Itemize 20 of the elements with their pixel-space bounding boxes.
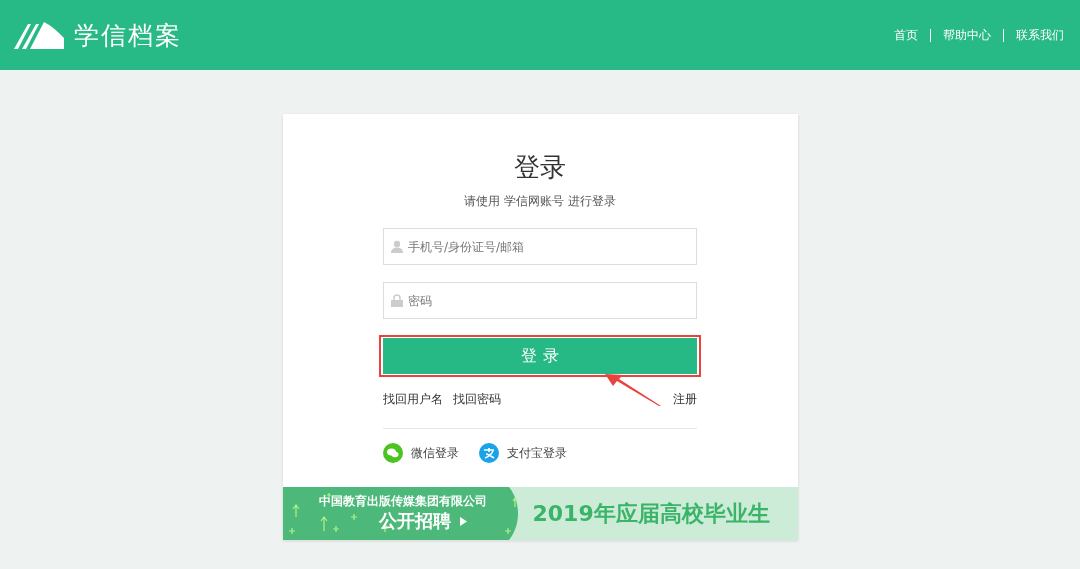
alipay-icon xyxy=(479,443,499,463)
login-title: 登录 xyxy=(514,151,566,184)
wechat-icon xyxy=(383,443,403,463)
social-login-link[interactable]: 支付宝登录 xyxy=(507,444,567,462)
social-login-link[interactable]: 微信登录 xyxy=(411,444,459,462)
recover-link[interactable]: 找回用户名 xyxy=(383,391,443,408)
pointer-arrow xyxy=(605,374,661,406)
lock-icon xyxy=(391,294,403,307)
password-field[interactable]: 密码 xyxy=(383,282,697,319)
login-subtitle: 请使用 学信网账号 进行登录 xyxy=(464,193,616,210)
banner-headline: 2019年应届高校毕业生 xyxy=(532,499,770,528)
recover-link[interactable]: 找回密码 xyxy=(453,391,501,408)
company-name: 中国教育出版传媒集团有限公司 xyxy=(318,494,487,509)
username-field[interactable]: 手机号/身份证号/邮箱 xyxy=(383,228,697,265)
play-icon xyxy=(459,516,467,526)
register-link[interactable]: 注册 xyxy=(673,391,697,408)
logo-icon xyxy=(12,20,66,50)
logo-text: 学信档案 xyxy=(74,19,182,52)
recruit-text: 公开招聘 xyxy=(378,509,451,533)
user-icon xyxy=(391,240,403,253)
